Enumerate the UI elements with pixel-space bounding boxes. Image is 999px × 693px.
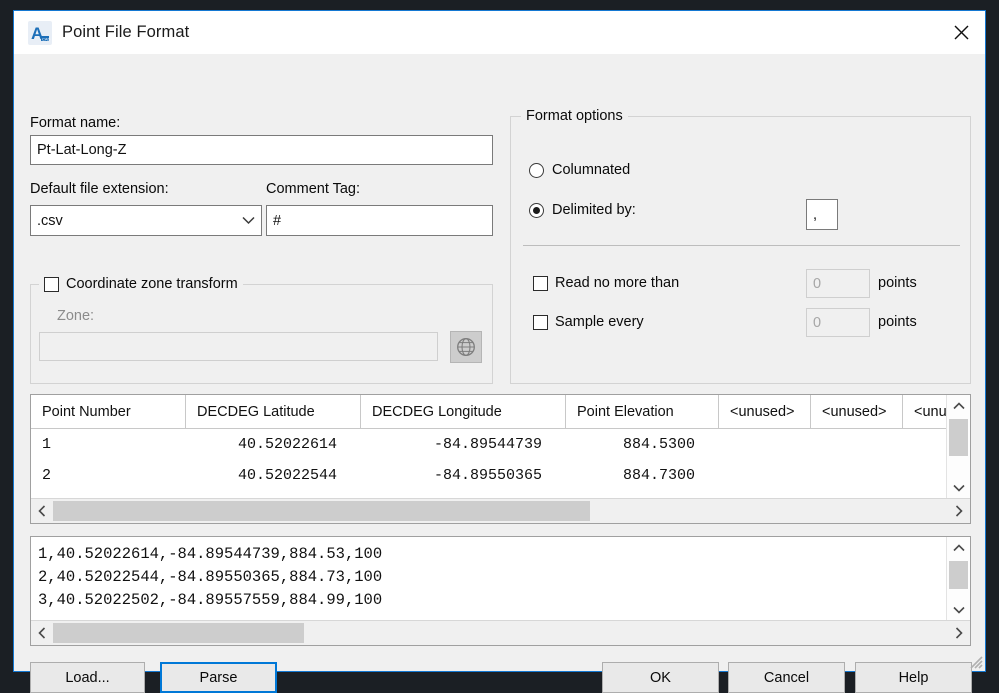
svg-text:CAD: CAD bbox=[42, 36, 51, 41]
window-title: Point File Format bbox=[62, 23, 190, 41]
table-cell: -84.89544739 bbox=[433, 436, 542, 453]
dialog-body: Format name: Pt-Lat-Long-Z Default file … bbox=[14, 54, 985, 693]
preview-vscroll-thumb[interactable] bbox=[949, 561, 968, 589]
format-name-label: Format name: bbox=[30, 115, 121, 131]
group-divider bbox=[523, 245, 960, 246]
table-cell bbox=[719, 460, 811, 491]
table-cell: 884.7300 bbox=[622, 467, 695, 484]
delimited-label: Delimited by: bbox=[552, 202, 636, 218]
coordinate-zone-label: Coordinate zone transform bbox=[66, 276, 238, 292]
grid-horizontal-scrollbar[interactable] bbox=[31, 498, 970, 523]
chevron-right-icon[interactable] bbox=[948, 499, 970, 523]
comment-tag-label: Comment Tag: bbox=[266, 181, 361, 197]
columnated-label: Columnated bbox=[552, 162, 631, 178]
table-cell bbox=[811, 429, 903, 460]
preview-text[interactable]: 1,40.52022614,-84.89544739,884.53,100 2,… bbox=[31, 537, 947, 612]
grid-column-header[interactable]: DECDEG Longitude bbox=[361, 395, 566, 428]
read-no-more-than-input: 0 bbox=[806, 269, 870, 298]
parse-button[interactable]: Parse bbox=[160, 662, 277, 693]
table-row[interactable]: 2 40.52022544 -84.89550365 884.7300 bbox=[31, 460, 947, 491]
sample-every-row[interactable]: Sample every bbox=[533, 314, 644, 330]
grid-hscroll-track[interactable] bbox=[53, 499, 948, 523]
delimiter-input[interactable]: , bbox=[806, 199, 838, 230]
sample-every-checkbox[interactable] bbox=[533, 314, 548, 330]
preview-horizontal-scrollbar[interactable] bbox=[31, 620, 970, 645]
raw-text-preview: 1,40.52022614,-84.89544739,884.53,100 2,… bbox=[30, 536, 971, 646]
grid-vscroll-thumb[interactable] bbox=[949, 419, 968, 456]
chevron-down-icon[interactable] bbox=[947, 599, 970, 621]
table-row[interactable]: 1 40.52022614 -84.89544739 884.5300 bbox=[31, 429, 947, 460]
table-cell bbox=[719, 429, 811, 460]
table-cell: 1 bbox=[42, 436, 52, 453]
grid-column-header[interactable]: <unused> bbox=[719, 395, 811, 428]
grid-column-header[interactable]: <unused> bbox=[811, 395, 903, 428]
coordinate-zone-checkbox[interactable] bbox=[44, 276, 59, 292]
table-cell: 40.52022614 bbox=[237, 436, 337, 453]
cancel-button[interactable]: Cancel bbox=[728, 662, 845, 693]
coordinate-zone-checkbox-row[interactable]: Coordinate zone transform bbox=[39, 276, 243, 292]
chevron-down-icon[interactable] bbox=[947, 477, 970, 499]
comment-tag-input[interactable]: # bbox=[266, 205, 493, 236]
chevron-right-icon[interactable] bbox=[948, 621, 970, 645]
file-extension-value: .csv bbox=[37, 212, 63, 229]
delimited-radio[interactable] bbox=[529, 202, 544, 218]
help-button[interactable]: Help bbox=[855, 662, 972, 693]
title-bar: A CAD Point File Format bbox=[14, 11, 985, 54]
columnated-radio[interactable] bbox=[529, 162, 544, 178]
preview-hscroll-track[interactable] bbox=[53, 621, 948, 645]
preview-vertical-scrollbar[interactable] bbox=[946, 537, 970, 621]
preview-hscroll-thumb[interactable] bbox=[53, 623, 304, 643]
format-options-group: Format options Columnated Delimited by: … bbox=[510, 108, 971, 384]
format-options-title: Format options bbox=[521, 108, 628, 124]
point-data-grid: Point Number DECDEG Latitude DECDEG Longit… bbox=[30, 394, 971, 524]
grid-column-header[interactable]: Point Elevation bbox=[566, 395, 719, 428]
columnated-radio-row[interactable]: Columnated bbox=[529, 162, 630, 178]
file-extension-label: Default file extension: bbox=[30, 181, 169, 197]
grid-column-header[interactable]: DECDEG Latitude bbox=[186, 395, 361, 428]
load-button[interactable]: Load... bbox=[30, 662, 145, 693]
grid-rows: 1 40.52022614 -84.89544739 884.5300 2 40.5202… bbox=[31, 429, 947, 491]
zone-label: Zone: bbox=[57, 308, 95, 324]
point-file-format-dialog: A CAD Point File Format Format name: Pt-… bbox=[13, 10, 986, 693]
read-no-more-than-units: points bbox=[878, 275, 917, 291]
read-no-more-than-label: Read no more than bbox=[555, 275, 680, 291]
chevron-up-icon[interactable] bbox=[947, 537, 970, 559]
chevron-left-icon[interactable] bbox=[31, 499, 53, 523]
table-cell: 40.52022544 bbox=[237, 467, 337, 484]
coordinate-zone-group: Coordinate zone transform Zone: bbox=[30, 276, 493, 384]
table-cell bbox=[811, 460, 903, 491]
sample-every-units: points bbox=[878, 314, 917, 330]
grid-column-header[interactable]: Point Number bbox=[31, 395, 186, 428]
close-icon[interactable] bbox=[938, 11, 985, 53]
grid-hscroll-thumb[interactable] bbox=[53, 501, 590, 521]
format-name-input[interactable]: Pt-Lat-Long-Z bbox=[30, 135, 493, 165]
delimited-radio-row[interactable]: Delimited by: bbox=[529, 202, 636, 218]
autocad-a-icon: A CAD bbox=[28, 20, 52, 45]
table-cell: 2 bbox=[42, 467, 52, 484]
table-cell: -84.89550365 bbox=[433, 467, 542, 484]
zone-input bbox=[39, 332, 438, 361]
grid-header-row: Point Number DECDEG Latitude DECDEG Longit… bbox=[31, 395, 947, 429]
table-cell bbox=[903, 429, 947, 460]
sample-every-label: Sample every bbox=[555, 314, 644, 330]
sample-every-input: 0 bbox=[806, 308, 870, 337]
ok-button[interactable]: OK bbox=[602, 662, 719, 693]
resize-grip[interactable] bbox=[967, 653, 983, 669]
read-no-more-than-row[interactable]: Read no more than bbox=[533, 275, 679, 291]
chevron-up-icon[interactable] bbox=[947, 395, 970, 417]
table-cell bbox=[903, 460, 947, 491]
chevron-down-icon bbox=[235, 216, 261, 225]
grid-column-header[interactable]: <unused> bbox=[903, 395, 947, 428]
table-cell: 884.5300 bbox=[622, 436, 695, 453]
file-extension-combo[interactable]: .csv bbox=[30, 205, 262, 236]
chevron-left-icon[interactable] bbox=[31, 621, 53, 645]
read-no-more-than-checkbox[interactable] bbox=[533, 275, 548, 291]
grid-vertical-scrollbar[interactable] bbox=[946, 395, 970, 499]
globe-icon bbox=[450, 331, 482, 363]
